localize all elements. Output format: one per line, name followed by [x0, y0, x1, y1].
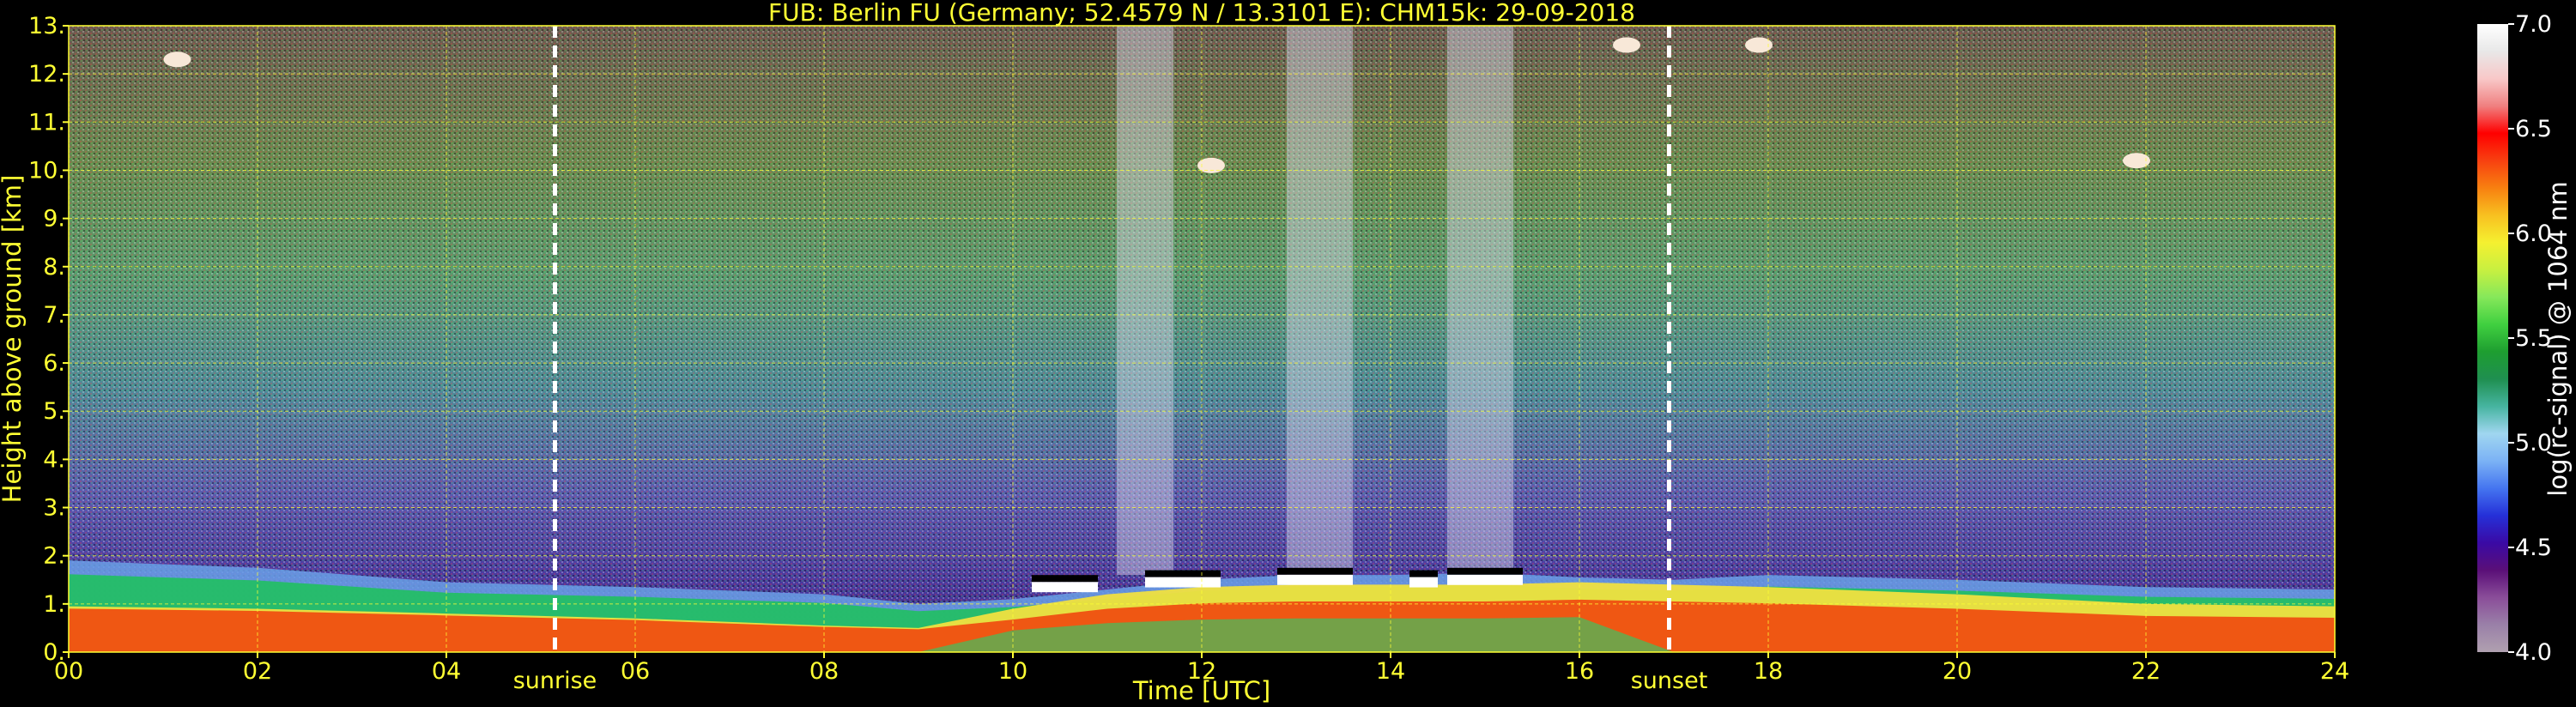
precipitation-streak	[1117, 26, 1173, 576]
x-tick-label: 14	[1376, 658, 1405, 685]
y-tick-label: 5.	[43, 398, 65, 425]
y-tick-label: 1.	[43, 591, 65, 618]
precipitation-streak	[1447, 26, 1513, 576]
y-tick-label: 3.	[43, 495, 65, 522]
y-tick-label: 11.	[28, 109, 65, 136]
colorbar-tick-label: 4.5	[2515, 535, 2552, 561]
y-axis-label: Height above ground [km]	[0, 175, 27, 504]
y-tick-label: 0.	[43, 639, 65, 666]
cloud-base-segment	[1277, 574, 1353, 585]
x-tick-label: 20	[1943, 658, 1972, 685]
cloud-base-segment	[1032, 582, 1098, 593]
colorbar-tick-label: 6.5	[2515, 116, 2552, 142]
cloud-base-segment	[1145, 577, 1221, 588]
chart-title: FUB: Berlin FU (Germany; 52.4579 N / 13.…	[768, 0, 1635, 27]
x-axis-label: Time [UTC]	[1132, 676, 1270, 705]
event-label-sunrise: sunrise	[513, 668, 597, 694]
y-tick-label: 9.	[43, 206, 65, 233]
y-tick-label: 12.	[28, 61, 65, 88]
precipitation-streak	[1287, 26, 1353, 576]
x-tick-label: 04	[432, 658, 461, 685]
cloud-base-segment	[1409, 577, 1438, 588]
y-axis-ticks: 0. 1. 2. 3. 4. 5. 6. 7. 8. 9. 10. 11. 12. 13.	[28, 13, 69, 666]
x-tick-label: 02	[243, 658, 272, 685]
colorbar-tick-label: 7.0	[2515, 11, 2552, 38]
x-tick-label: 18	[1754, 658, 1783, 685]
y-tick-label: 4.	[43, 446, 65, 473]
colorbar-gradient	[2477, 24, 2508, 652]
cirrus-patch	[163, 51, 191, 68]
y-tick-label: 2.	[43, 543, 65, 570]
x-tick-label: 16	[1565, 658, 1594, 685]
cloud-top-segment	[1032, 575, 1098, 583]
event-label-sunset: sunset	[1631, 668, 1708, 694]
y-tick-label: 10.	[28, 157, 65, 184]
colorbar: 4.04.55.05.56.06.57.0 log(rc-signal) @ 1…	[2477, 11, 2573, 666]
x-tick-label: 06	[621, 658, 650, 685]
cloud-base-segment	[1447, 574, 1523, 585]
cloud-top-segment	[1447, 567, 1523, 575]
y-tick-label: 6.	[43, 350, 65, 377]
y-tick-label: 13.	[28, 13, 65, 39]
ceilometer-chart: FUB: Berlin FU (Germany; 52.4579 N / 13.…	[0, 0, 2573, 705]
cloud-top-segment	[1409, 570, 1438, 577]
x-tick-label: 08	[809, 658, 839, 685]
x-tick-label: 22	[2131, 658, 2161, 685]
colorbar-tick-label: 4.0	[2515, 639, 2552, 666]
plot-area: sunrise sunset	[68, 25, 2336, 694]
y-tick-label: 8.	[43, 254, 65, 281]
y-tick-label: 7.	[43, 302, 65, 329]
cirrus-patch	[1613, 37, 1640, 53]
cloud-top-segment	[1277, 567, 1353, 575]
x-tick-label: 24	[2320, 658, 2349, 685]
cloud-top-segment	[1145, 570, 1221, 577]
x-tick-label: 10	[998, 658, 1027, 685]
colorbar-label: log(rc-signal) @ 1064 nm	[2543, 181, 2573, 496]
